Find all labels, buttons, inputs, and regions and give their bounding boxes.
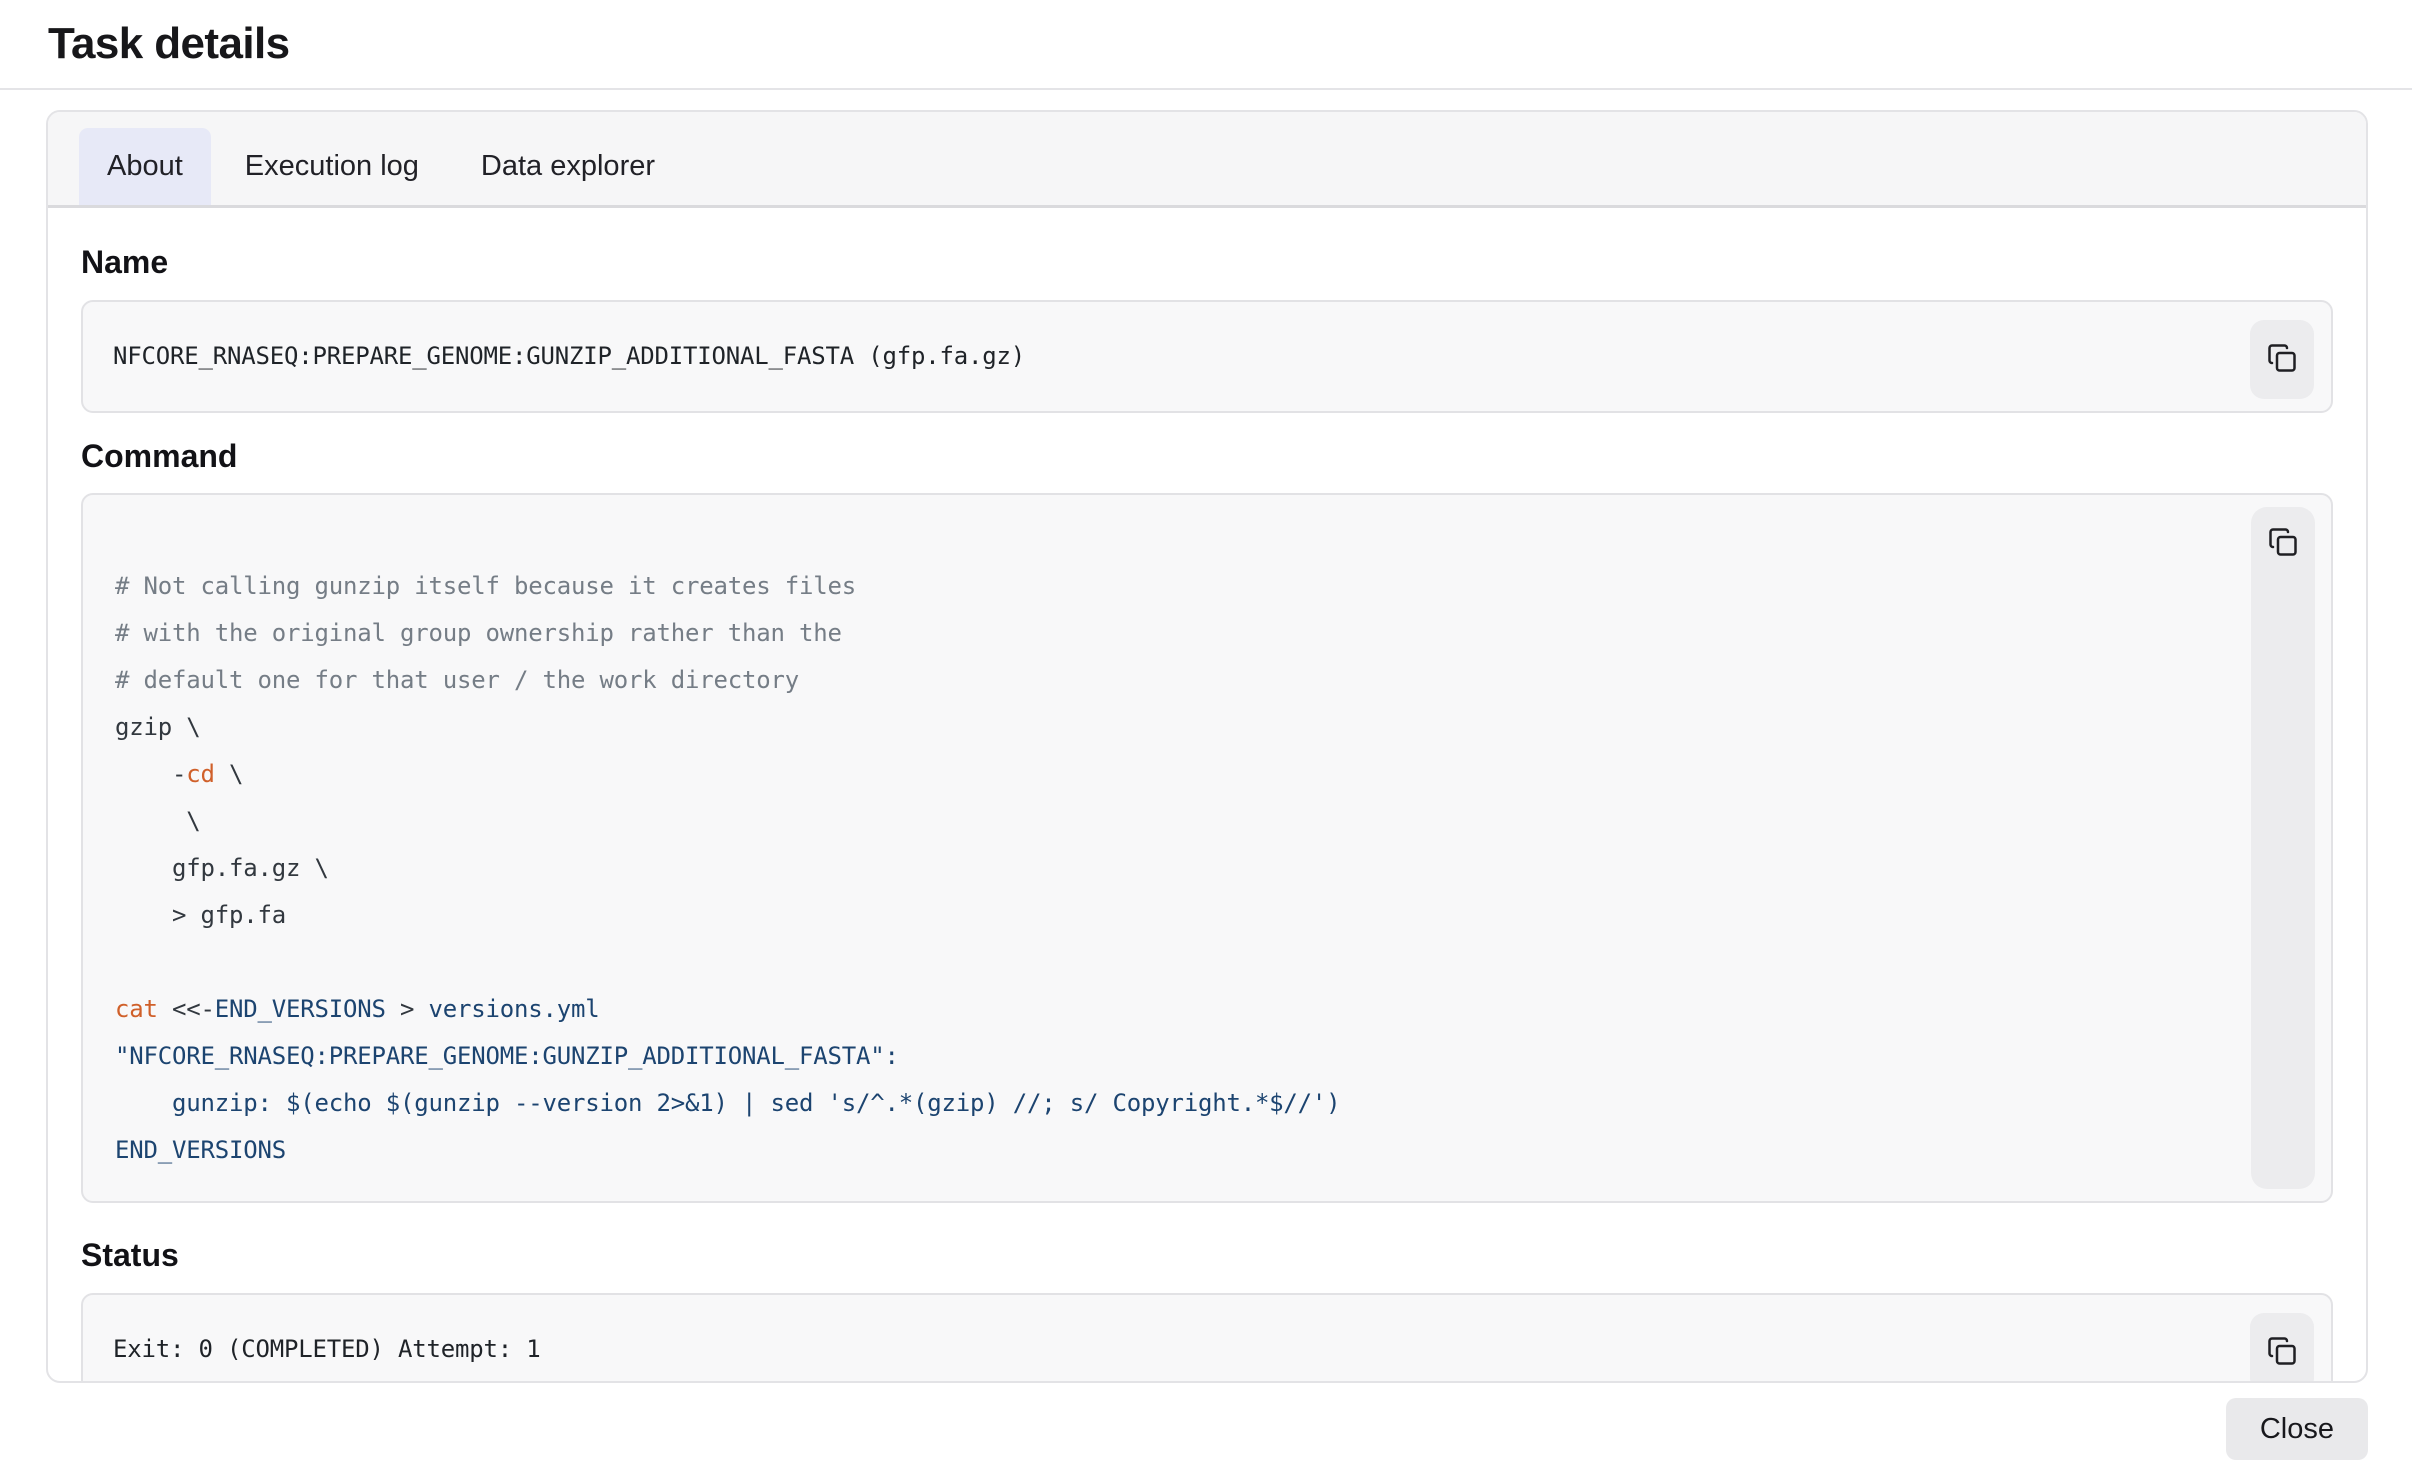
copy-command-button[interactable] xyxy=(2251,515,2315,571)
command-scrollbar-rail[interactable] xyxy=(2251,507,2315,1189)
name-heading: Name xyxy=(81,246,2333,280)
tab-bar: About Execution log Data explorer xyxy=(48,112,2366,208)
page-title: Task details xyxy=(48,19,289,69)
copy-name-button[interactable] xyxy=(2250,320,2314,399)
status-box: Exit: 0 (COMPLETED) Attempt: 1 xyxy=(81,1293,2333,1383)
command-code: # Not calling gunzip itself because it c… xyxy=(115,563,2211,1174)
tab-data-explorer[interactable]: Data explorer xyxy=(453,128,683,205)
command-heading: Command xyxy=(81,440,2333,474)
tab-panel-about: Name NFCORE_RNASEQ:PREPARE_GENOME:GUNZIP… xyxy=(48,208,2366,1383)
name-box: NFCORE_RNASEQ:PREPARE_GENOME:GUNZIP_ADDI… xyxy=(81,300,2333,413)
tab-about[interactable]: About xyxy=(79,128,211,205)
copy-status-button[interactable] xyxy=(2250,1313,2314,1383)
copy-icon xyxy=(2267,343,2297,376)
page-header: Task details xyxy=(0,0,2412,88)
task-name-value: NFCORE_RNASEQ:PREPARE_GENOME:GUNZIP_ADDI… xyxy=(113,342,1025,370)
copy-icon xyxy=(2267,1336,2297,1369)
status-heading: Status xyxy=(81,1239,2333,1273)
modal-footer: Close xyxy=(2226,1398,2368,1460)
close-button[interactable]: Close xyxy=(2226,1398,2368,1460)
tab-execution-log[interactable]: Execution log xyxy=(217,128,447,205)
task-details-card: About Execution log Data explorer Name N… xyxy=(46,110,2368,1383)
command-box: # Not calling gunzip itself because it c… xyxy=(81,493,2333,1203)
status-value: Exit: 0 (COMPLETED) Attempt: 1 xyxy=(113,1335,540,1363)
header-divider xyxy=(0,88,2412,90)
copy-icon xyxy=(2268,527,2298,560)
